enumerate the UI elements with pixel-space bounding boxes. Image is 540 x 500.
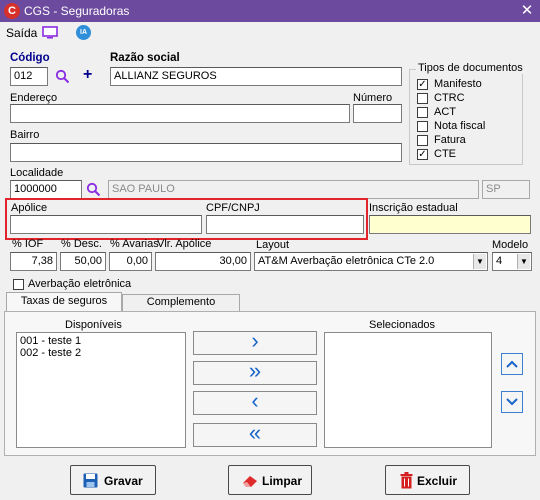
app-logo-icon: C	[4, 3, 20, 19]
chevron-down-icon[interactable]: ▼	[517, 254, 530, 269]
move-left-button[interactable]: ‹	[193, 390, 317, 415]
tipo-checkbox-act[interactable]	[417, 107, 428, 118]
move-all-right-button[interactable]: »	[193, 360, 317, 385]
inscricao-estadual-input[interactable]	[369, 215, 531, 234]
disponiveis-label: Disponíveis	[65, 319, 122, 331]
modelo-select-value: 4	[496, 255, 503, 267]
chevron-down-icon	[506, 398, 518, 406]
tipo-label: ACT	[434, 106, 456, 118]
codigo-label: Código	[10, 52, 50, 64]
iof-input[interactable]: 7,38	[10, 252, 57, 271]
tipo-label: CTE	[434, 148, 456, 160]
move-up-button[interactable]	[501, 353, 523, 375]
localidade-uf-field: SP	[482, 180, 530, 199]
selecionados-list[interactable]	[324, 332, 492, 448]
monitor-icon[interactable]	[42, 26, 58, 39]
selecionados-label: Selecionados	[369, 319, 436, 331]
limpar-label: Limpar	[262, 474, 303, 488]
tab-complemento[interactable]: Complemento	[122, 294, 240, 311]
endereco-input[interactable]	[10, 104, 350, 123]
iof-label: % IOF	[12, 238, 44, 250]
list-item[interactable]: 002 - teste 2	[20, 347, 182, 359]
highlight-box	[5, 198, 368, 240]
move-right-button[interactable]: ›	[193, 330, 317, 355]
chevron-down-icon[interactable]: ▼	[473, 254, 486, 269]
menu-saida[interactable]: Saída	[6, 26, 37, 40]
move-all-left-button[interactable]: «	[193, 422, 317, 447]
tipo-checkbox-cte[interactable]: ✓	[417, 149, 428, 160]
endereco-label: Endereço	[10, 92, 58, 104]
chevron-up-icon	[506, 360, 518, 368]
tab-taxas-de-seguros[interactable]: Taxas de seguros	[6, 292, 122, 311]
ia-icon[interactable]: IA	[76, 25, 91, 40]
excluir-button[interactable]: Excluir	[385, 465, 470, 495]
tipo-label: Fatura	[434, 134, 466, 146]
razao-social-input[interactable]: ALLIANZ SEGUROS	[110, 67, 402, 86]
inscricao-estadual-label: Inscrição estadual	[369, 202, 458, 214]
tipo-checkbox-ctrc[interactable]	[417, 93, 428, 104]
bairro-input[interactable]	[10, 143, 402, 162]
vlr-apolice-label: Vlr. Apólice	[157, 238, 212, 250]
disponiveis-list[interactable]: 001 - teste 1 002 - teste 2	[16, 332, 186, 448]
bairro-label: Bairro	[10, 129, 40, 141]
averbacao-label: Averbação eletrônica	[28, 278, 132, 290]
save-icon	[83, 473, 98, 488]
window-title: CGS - Seguradoras	[24, 4, 130, 18]
desc-input[interactable]: 50,00	[60, 252, 106, 271]
tipo-checkbox-nota-fiscal[interactable]	[417, 121, 428, 132]
avarias-input[interactable]: 0,00	[109, 252, 152, 271]
tipo-label: Manifesto	[434, 78, 482, 90]
tipo-label: Nota fiscal	[434, 120, 486, 132]
tipo-checkbox-manifesto[interactable]: ✓	[417, 79, 428, 90]
averbacao-checkbox[interactable]	[13, 279, 24, 290]
tipos-documentos-title: Tipos de documentos	[416, 62, 525, 74]
codigo-input[interactable]: 012	[10, 67, 48, 86]
move-down-button[interactable]	[501, 391, 523, 413]
list-item[interactable]: 001 - teste 1	[20, 335, 182, 347]
vlr-apolice-input[interactable]: 30,00	[155, 252, 251, 271]
excluir-label: Excluir	[417, 474, 458, 488]
localidade-city-field: SAO PAULO	[108, 180, 479, 199]
layout-label: Layout	[256, 239, 290, 251]
layout-select-value: AT&M Averbação eletrônica CTe 2.0	[258, 255, 435, 267]
localidade-search-icon[interactable]	[86, 182, 101, 197]
layout-select[interactable]: AT&M Averbação eletrônica CTe 2.0 ▼	[254, 252, 488, 271]
limpar-button[interactable]: Limpar	[228, 465, 312, 495]
close-icon[interactable]: ✕	[516, 1, 538, 21]
modelo-select[interactable]: 4 ▼	[492, 252, 532, 271]
gravar-label: Gravar	[104, 474, 143, 488]
localidade-label: Localidade	[10, 167, 64, 179]
numero-input[interactable]	[353, 104, 402, 123]
localidade-code-input[interactable]: 1000000	[10, 180, 82, 199]
add-icon[interactable]: +	[83, 66, 92, 84]
numero-label: Número	[353, 92, 393, 104]
modelo-label: Modelo	[492, 239, 529, 251]
tipo-label: CTRC	[434, 92, 465, 104]
tipo-checkbox-fatura[interactable]	[417, 135, 428, 146]
gravar-button[interactable]: Gravar	[70, 465, 156, 495]
avarias-label: % Avarias	[110, 238, 159, 250]
razao-social-label: Razão social	[110, 52, 180, 64]
eraser-icon	[243, 476, 257, 487]
search-icon[interactable]	[55, 69, 70, 84]
trash-icon	[400, 472, 413, 489]
desc-label: % Desc.	[61, 238, 102, 250]
